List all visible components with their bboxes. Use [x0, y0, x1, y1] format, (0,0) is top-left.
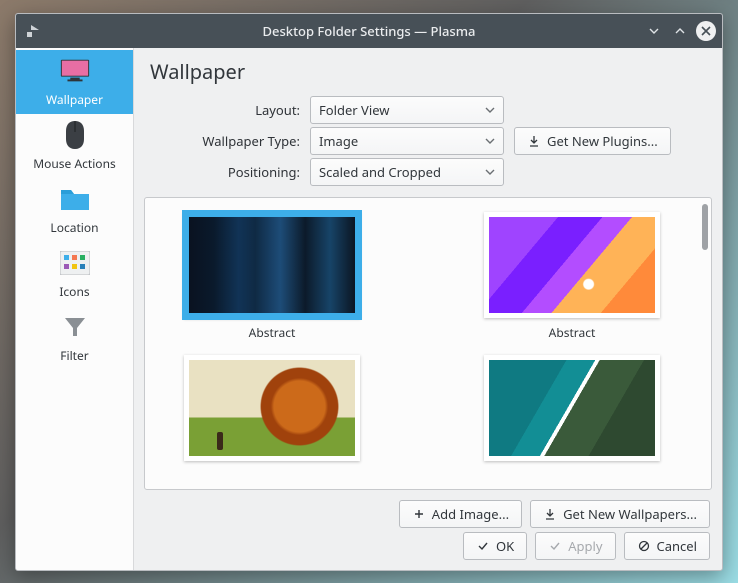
sidebar-item-wallpaper[interactable]: Wallpaper	[16, 50, 133, 114]
titlebar[interactable]: Desktop Folder Settings — Plasma	[16, 14, 722, 48]
check-icon	[476, 539, 490, 553]
action-bar: Add Image... Get New Wallpapers...	[134, 490, 722, 532]
get-new-plugins-button[interactable]: Get New Plugins...	[514, 127, 671, 155]
cancel-button[interactable]: Cancel	[624, 532, 710, 560]
cancel-icon	[637, 539, 651, 553]
wallpaper-item[interactable]	[167, 355, 377, 467]
wallpaper-item[interactable]	[467, 355, 677, 467]
wallpaper-type-value: Image	[319, 132, 358, 150]
positioning-value: Scaled and Cropped	[319, 163, 441, 181]
funnel-icon	[59, 311, 91, 343]
button-label: Add Image...	[432, 505, 509, 523]
sidebar-item-mouse-actions[interactable]: Mouse Actions	[16, 114, 133, 178]
download-icon	[527, 134, 541, 148]
sidebar-item-filter[interactable]: Filter	[16, 306, 133, 370]
layout-combo[interactable]: Folder View	[310, 96, 504, 124]
button-label: Cancel	[657, 537, 697, 555]
wallpaper-list: Abstract Abstract	[144, 197, 712, 490]
wallpaper-thumbnail	[189, 217, 355, 313]
sidebar-item-label: Wallpaper	[46, 91, 103, 108]
chevron-down-icon	[485, 163, 495, 181]
wallpaper-item[interactable]: Abstract	[467, 212, 677, 341]
page-title: Wallpaper	[134, 48, 722, 91]
sidebar-item-label: Location	[50, 219, 98, 236]
scrollbar[interactable]	[699, 198, 711, 489]
apply-button[interactable]: Apply	[535, 532, 615, 560]
sidebar-item-label: Icons	[59, 283, 89, 300]
sidebar-item-label: Filter	[60, 347, 88, 364]
plasma-app-icon	[24, 22, 42, 40]
settings-form: Layout: Folder View Wallpaper Type: Imag…	[134, 91, 722, 195]
download-icon	[543, 507, 557, 521]
main-panel: Wallpaper Layout: Folder View Wallpaper …	[134, 48, 722, 570]
folder-icon	[59, 183, 91, 215]
wallpaper-caption: Abstract	[249, 324, 296, 341]
positioning-label: Positioning:	[150, 163, 300, 181]
get-new-wallpapers-button[interactable]: Get New Wallpapers...	[530, 500, 710, 528]
wallpaper-thumbnail	[489, 360, 655, 456]
chevron-down-icon	[485, 132, 495, 150]
dialog-button-row: OK Apply Cancel	[134, 532, 722, 570]
icons-grid-icon	[59, 247, 91, 279]
button-label: Apply	[568, 537, 602, 555]
button-label: Get New Wallpapers...	[563, 505, 697, 523]
positioning-combo[interactable]: Scaled and Cropped	[310, 158, 504, 186]
close-button[interactable]	[696, 21, 716, 41]
maximize-button[interactable]	[670, 21, 690, 41]
wallpaper-type-label: Wallpaper Type:	[150, 132, 300, 150]
chevron-down-icon	[485, 101, 495, 119]
layout-value: Folder View	[319, 101, 390, 119]
plus-icon	[412, 507, 426, 521]
check-icon	[548, 539, 562, 553]
wallpaper-item[interactable]: Abstract	[167, 212, 377, 341]
sidebar-item-location[interactable]: Location	[16, 178, 133, 242]
sidebar: Wallpaper Mouse Actions Location Icons	[16, 48, 134, 570]
ok-button[interactable]: OK	[463, 532, 527, 560]
settings-window: Desktop Folder Settings — Plasma Wallpap…	[15, 13, 723, 571]
button-label: OK	[496, 537, 514, 555]
wallpaper-thumbnail	[489, 217, 655, 313]
sidebar-item-icons[interactable]: Icons	[16, 242, 133, 306]
wallpaper-type-combo[interactable]: Image	[310, 127, 504, 155]
add-image-button[interactable]: Add Image...	[399, 500, 522, 528]
minimize-button[interactable]	[644, 21, 664, 41]
window-title: Desktop Folder Settings — Plasma	[263, 22, 476, 40]
wallpaper-caption: Abstract	[549, 324, 596, 341]
sidebar-item-label: Mouse Actions	[33, 155, 115, 172]
mouse-icon	[59, 119, 91, 151]
scrollbar-thumb[interactable]	[702, 204, 708, 250]
wallpaper-thumbnail	[189, 360, 355, 456]
button-label: Get New Plugins...	[547, 132, 658, 150]
monitor-icon	[59, 55, 91, 87]
layout-label: Layout:	[150, 101, 300, 119]
